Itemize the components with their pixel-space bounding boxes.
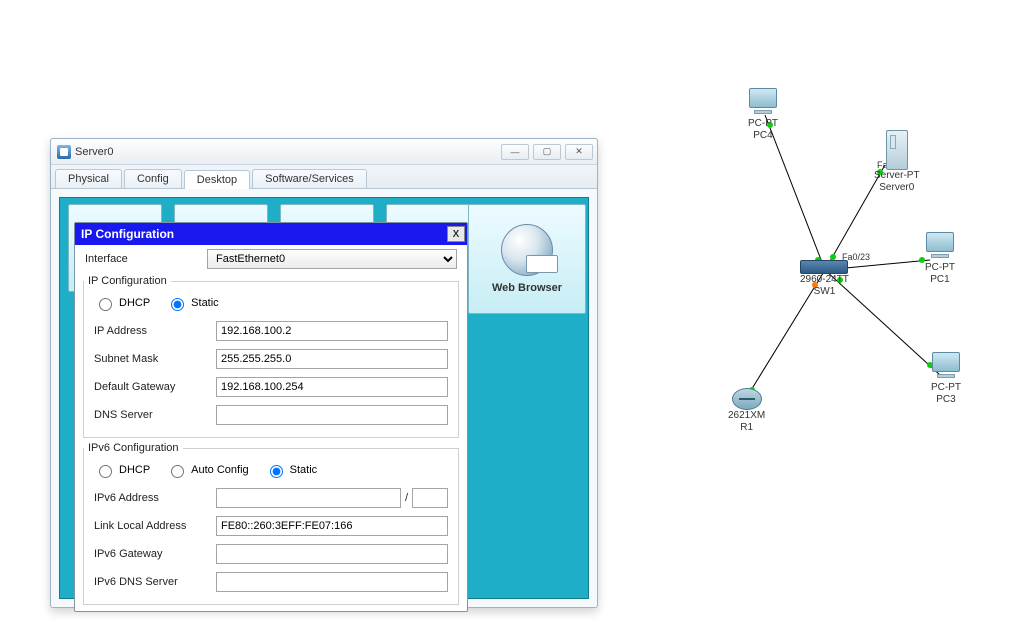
ip-address-label: IP Address (94, 325, 216, 337)
ipv6-static-label: Static (290, 464, 318, 476)
tab-physical[interactable]: Physical (55, 169, 122, 188)
ipv6-gateway-label: IPv6 Gateway (94, 548, 216, 560)
node-type: 2960-24TT (800, 274, 849, 286)
ipv6-dhcp-radio[interactable]: DHCP (94, 462, 150, 478)
ip-configuration-panel: IP Configuration X Interface FastEtherne… (74, 222, 468, 612)
minimize-button[interactable]: — (501, 144, 529, 160)
ipv6-dhcp-input[interactable] (99, 465, 112, 478)
window-title: Server0 (75, 146, 501, 158)
link-local-input[interactable] (216, 516, 448, 536)
node-type: Server-PT (874, 170, 920, 182)
ip-config-header[interactable]: IP Configuration X (75, 223, 467, 245)
node-server0[interactable]: Server-PT Server0 (874, 130, 920, 193)
node-pc1[interactable]: PC-PT PC1 (922, 232, 958, 285)
ipv4-dhcp-label: DHCP (119, 297, 150, 309)
ipv6-static-radio[interactable]: Static (265, 462, 318, 478)
ipv6-fieldset: IPv6 Configuration DHCP Auto Config Stat… (83, 442, 459, 605)
ipv6-address-input[interactable] (216, 488, 401, 508)
ipv6-dns-label: IPv6 DNS Server (94, 576, 216, 588)
ipv6-prefix-input[interactable] (412, 488, 448, 508)
globe-icon: http: (501, 224, 553, 276)
app-icon (57, 145, 71, 159)
tab-software[interactable]: Software/Services (252, 169, 367, 188)
ipv4-dhcp-input[interactable] (99, 298, 112, 311)
server-icon (886, 130, 908, 170)
ip-config-title: IP Configuration (81, 227, 174, 241)
tab-config[interactable]: Config (124, 169, 182, 188)
ipv6-gateway-input[interactable] (216, 544, 448, 564)
default-gateway-label: Default Gateway (94, 381, 216, 393)
node-name: PC3 (936, 394, 955, 406)
desktop-canvas: http: Web Browser IP Configuration X Int… (59, 197, 589, 599)
ipv6-address-label: IPv6 Address (94, 492, 216, 504)
device-window: Server0 — ▢ ✕ Physical Config Desktop So… (50, 138, 598, 608)
ip-config-close[interactable]: X (447, 226, 465, 242)
ipv4-legend: IP Configuration (84, 275, 171, 287)
web-browser-label: Web Browser (492, 282, 562, 294)
link-local-label: Link Local Address (94, 520, 216, 532)
pc-icon (928, 352, 964, 382)
tab-bar: Physical Config Desktop Software/Service… (51, 165, 597, 189)
topology-canvas[interactable]: Fa0 Fa0/23 PC-PT PC4 Server-PT Server0 P… (630, 60, 1020, 480)
node-pc4[interactable]: PC-PT PC4 (745, 88, 781, 141)
dns-server-input[interactable] (216, 405, 448, 425)
node-name: SW1 (814, 286, 836, 298)
ipv4-fieldset: IP Configuration DHCP Static IP Address … (83, 275, 459, 438)
ip-address-input[interactable] (216, 321, 448, 341)
ipv6-auto-label: Auto Config (191, 464, 248, 476)
pc-icon (922, 232, 958, 262)
dns-server-label: DNS Server (94, 409, 216, 421)
ipv6-legend: IPv6 Configuration (84, 442, 183, 454)
ipv4-static-input[interactable] (171, 298, 184, 311)
router-icon (732, 388, 762, 410)
node-name: PC1 (930, 274, 949, 286)
node-type: PC-PT (748, 118, 778, 130)
pc-icon (745, 88, 781, 118)
ipv6-dns-input[interactable] (216, 572, 448, 592)
node-pc3[interactable]: PC-PT PC3 (928, 352, 964, 405)
http-label: http: (528, 255, 558, 271)
ipv4-static-radio[interactable]: Static (166, 295, 219, 311)
subnet-mask-label: Subnet Mask (94, 353, 216, 365)
node-type: 2621XM (728, 410, 765, 422)
close-button[interactable]: ✕ (565, 144, 593, 160)
ipv6-auto-input[interactable] (171, 465, 184, 478)
node-name: Server0 (879, 182, 914, 194)
interface-select[interactable]: FastEthernet0 (207, 249, 457, 269)
maximize-button[interactable]: ▢ (533, 144, 561, 160)
node-type: PC-PT (931, 382, 961, 394)
node-name: PC4 (753, 130, 772, 142)
node-r1[interactable]: 2621XM R1 (728, 388, 765, 433)
ipv6-static-input[interactable] (270, 465, 283, 478)
ipv6-auto-radio[interactable]: Auto Config (166, 462, 248, 478)
default-gateway-input[interactable] (216, 377, 448, 397)
ipv4-dhcp-radio[interactable]: DHCP (94, 295, 150, 311)
subnet-mask-input[interactable] (216, 349, 448, 369)
titlebar[interactable]: Server0 — ▢ ✕ (51, 139, 597, 165)
ipv4-static-label: Static (191, 297, 219, 309)
interface-label: Interface (85, 253, 207, 265)
tab-desktop[interactable]: Desktop (184, 170, 250, 189)
web-browser-app[interactable]: http: Web Browser (468, 204, 586, 314)
ipv6-dhcp-label: DHCP (119, 464, 150, 476)
ipv6-slash: / (401, 492, 412, 504)
switch-icon (800, 260, 848, 274)
node-type: PC-PT (925, 262, 955, 274)
node-name: R1 (740, 422, 753, 434)
node-sw1[interactable]: 2960-24TT SW1 (800, 260, 849, 297)
